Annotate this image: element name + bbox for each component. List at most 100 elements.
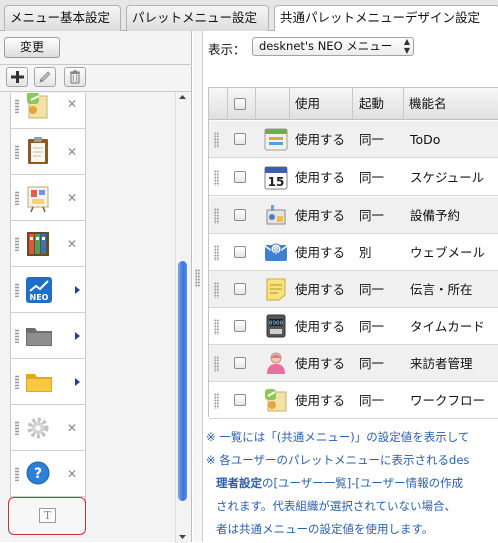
add-button[interactable] xyxy=(6,67,28,87)
palette-item-yellow-folder[interactable] xyxy=(11,359,85,405)
timecard-icon: 0900 xyxy=(266,314,286,338)
admin-settings-link[interactable]: 理者設定 xyxy=(216,476,262,490)
yellow-folder-icon xyxy=(26,374,52,392)
table-row[interactable]: 使用する 同一 設備予約 xyxy=(209,197,498,234)
help-icon: ? xyxy=(26,461,50,485)
binders-icon xyxy=(27,232,49,256)
header-use[interactable]: 使用 xyxy=(295,88,320,120)
drag-handle[interactable] xyxy=(214,356,219,372)
scrollbar-thumb[interactable] xyxy=(178,261,187,501)
drag-handle[interactable] xyxy=(15,145,19,159)
gear-icon xyxy=(27,417,49,439)
divider xyxy=(0,64,192,65)
close-icon[interactable]: ✕ xyxy=(67,237,77,251)
submenu-arrow-icon[interactable] xyxy=(75,286,80,294)
drag-handle[interactable] xyxy=(15,237,19,251)
select-all-checkbox[interactable] xyxy=(234,98,246,110)
drag-handle[interactable] xyxy=(15,375,19,389)
row-function-name[interactable]: タイムカード xyxy=(410,308,485,345)
row-checkbox[interactable] xyxy=(234,283,246,295)
drag-handle[interactable] xyxy=(15,467,19,481)
row-use: 使用する xyxy=(295,170,346,185)
row-checkbox[interactable] xyxy=(234,357,246,369)
panel-splitter[interactable] xyxy=(193,31,203,542)
row-function-name[interactable]: 伝言・所在 xyxy=(410,271,473,308)
table-row[interactable]: 使用する 同一 ToDo xyxy=(209,121,498,158)
clipboard-icon xyxy=(28,137,48,164)
delete-button[interactable] xyxy=(64,67,86,87)
close-icon[interactable]: ✕ xyxy=(67,191,77,205)
display-label: 表示： xyxy=(208,42,246,57)
row-launch: 別 xyxy=(359,245,372,260)
row-checkbox[interactable] xyxy=(234,171,246,183)
scrollbar[interactable] xyxy=(175,93,189,543)
row-launch: 同一 xyxy=(359,170,385,185)
drag-handle[interactable] xyxy=(15,191,19,205)
memo-icon xyxy=(266,278,286,301)
header-launch[interactable]: 起動 xyxy=(359,88,384,120)
tab-bar: メニュー基本設定 パレットメニュー設定 共通パレットメニューデザイン設定 xyxy=(0,0,498,32)
change-button[interactable]: 変更 xyxy=(4,37,60,58)
palette-item-binders[interactable]: ✕ xyxy=(11,221,85,267)
submenu-arrow-icon[interactable] xyxy=(75,332,80,340)
drag-handle[interactable] xyxy=(214,132,219,148)
row-function-name[interactable]: ToDo xyxy=(410,121,440,158)
row-checkbox[interactable] xyxy=(234,133,246,145)
drag-handle[interactable] xyxy=(214,245,219,261)
table-row[interactable]: 15 使用する 同一 スケジュール xyxy=(209,159,498,196)
drag-handle[interactable] xyxy=(214,282,219,298)
close-icon[interactable]: ✕ xyxy=(67,421,77,435)
row-function-name[interactable]: 来訪者管理 xyxy=(410,345,473,382)
row-launch: 同一 xyxy=(359,132,385,147)
palette-item-clipboard[interactable]: ✕ xyxy=(11,129,85,175)
drag-handle[interactable] xyxy=(15,421,19,435)
palette-item-workflow[interactable]: ✕ xyxy=(11,93,85,129)
tab-palette-menu-settings[interactable]: パレットメニュー設定 xyxy=(126,5,269,31)
drag-handle[interactable] xyxy=(214,170,219,186)
row-function-name[interactable]: スケジュール xyxy=(410,159,484,196)
palette-item-bulletin[interactable]: ✕ xyxy=(11,175,85,221)
row-checkbox[interactable] xyxy=(234,209,246,221)
submenu-arrow-icon[interactable] xyxy=(75,378,80,386)
scroll-down-icon[interactable] xyxy=(178,533,187,541)
table-row[interactable]: 0900 使用する 同一 タイムカード xyxy=(209,308,498,345)
tab-menu-basic-settings[interactable]: メニュー基本設定 xyxy=(4,5,121,31)
palette-item-gray-folder[interactable] xyxy=(11,313,85,359)
palette-item-settings[interactable]: ✕ xyxy=(11,405,85,451)
table-row[interactable]: 使用する 同一 来訪者管理 xyxy=(209,345,498,382)
calendar-icon: 15 xyxy=(264,166,288,190)
row-checkbox[interactable] xyxy=(234,246,246,258)
header-function-name[interactable]: 機能名 xyxy=(409,88,447,120)
drag-handle[interactable] xyxy=(15,283,19,297)
close-icon[interactable]: ✕ xyxy=(67,145,77,159)
row-launch: 同一 xyxy=(359,208,385,223)
drag-handle[interactable] xyxy=(214,208,219,224)
display-select[interactable]: desknet's NEO メニュー ▲ ▼ xyxy=(252,37,414,56)
row-checkbox[interactable] xyxy=(234,394,246,406)
row-checkbox[interactable] xyxy=(234,320,246,332)
palette-item-help[interactable]: ? ✕ xyxy=(11,451,85,497)
table-header: 使用 起動 機能名 xyxy=(209,88,498,120)
row-function-name[interactable]: 設備予約 xyxy=(410,197,460,234)
text-item-button[interactable]: T xyxy=(8,497,86,535)
close-icon[interactable]: ✕ xyxy=(67,97,77,111)
table-row[interactable]: 使用する 同一 伝言・所在 xyxy=(209,271,498,308)
edit-button[interactable] xyxy=(34,67,56,87)
drag-handle[interactable] xyxy=(15,329,19,343)
drag-handle[interactable] xyxy=(214,393,219,409)
drag-handle[interactable] xyxy=(195,269,200,287)
row-function-name[interactable]: ウェブメール xyxy=(410,234,485,271)
drag-handle[interactable] xyxy=(214,319,219,335)
close-icon[interactable]: ✕ xyxy=(67,467,77,481)
plus-icon xyxy=(11,71,24,83)
table-row[interactable]: @ 使用する 別 ウェブメール xyxy=(209,234,498,271)
drag-handle[interactable] xyxy=(15,99,19,113)
palette-item-neo[interactable]: NEO xyxy=(11,267,85,313)
scroll-up-icon[interactable] xyxy=(178,93,187,101)
svg-text:?: ? xyxy=(34,466,42,482)
tab-common-palette-design[interactable]: 共通パレットメニューデザイン設定 xyxy=(274,5,498,32)
table-row[interactable]: 使用する 同一 ワークフロー xyxy=(209,382,498,419)
menu-table: 使用 起動 機能名 使用する 同一 ToDo 15 使用する 同一 スケジュール… xyxy=(208,87,498,419)
facility-icon xyxy=(266,205,286,225)
row-function-name[interactable]: ワークフロー xyxy=(410,382,485,419)
